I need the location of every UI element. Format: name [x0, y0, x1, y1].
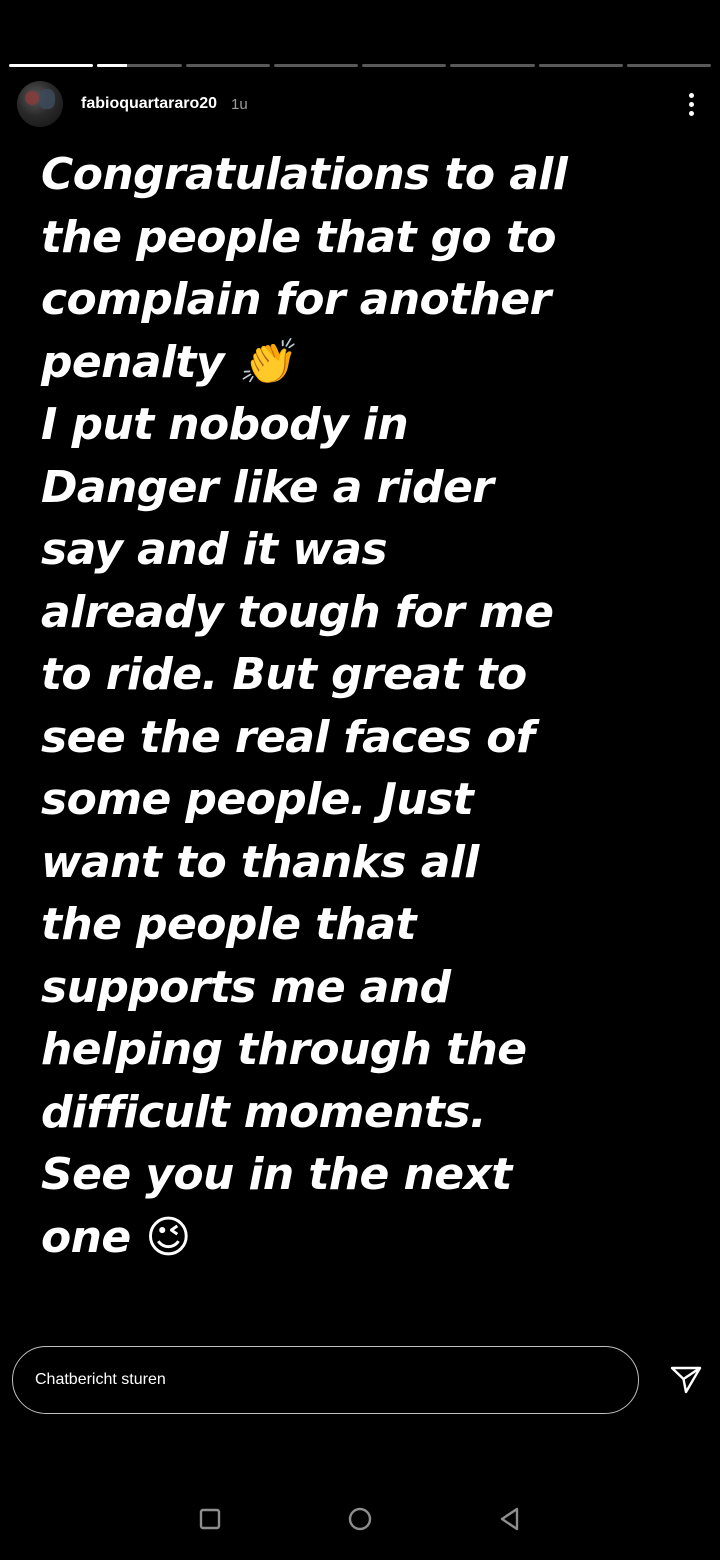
username[interactable]: fabioquartararo20 [81, 95, 217, 113]
circle-icon [348, 1507, 372, 1531]
more-options-button[interactable] [679, 86, 703, 122]
avatar[interactable] [17, 81, 63, 127]
chat-message-input[interactable] [12, 1346, 639, 1414]
story-text: Congratulations to all the people that g… [41, 149, 568, 1263]
story-progress-bar [9, 64, 711, 67]
square-icon [199, 1508, 221, 1530]
send-button[interactable] [670, 1364, 702, 1396]
send-icon [670, 1366, 702, 1394]
progress-segment [362, 64, 447, 67]
progress-segment [9, 64, 94, 67]
progress-segment [538, 64, 623, 67]
progress-segment-fill [97, 64, 127, 67]
system-navigation-bar [0, 1480, 720, 1560]
story-header: fabioquartararo20 1u [17, 80, 703, 128]
more-options-icon [688, 92, 694, 98]
home-button[interactable] [345, 1504, 375, 1534]
reply-bar [12, 1346, 708, 1414]
progress-segment [97, 64, 182, 67]
progress-segment [273, 64, 358, 67]
progress-segment [185, 64, 270, 67]
progress-segment-fill [9, 64, 94, 67]
story-timestamp: 1u [231, 95, 248, 113]
triangle-back-icon [500, 1507, 519, 1531]
more-options-icon-dot [688, 110, 694, 116]
progress-segment [450, 64, 535, 67]
back-button[interactable] [495, 1504, 525, 1534]
recents-button[interactable] [195, 1504, 225, 1534]
more-options-icon-dot [688, 101, 694, 107]
progress-segment [626, 64, 711, 67]
